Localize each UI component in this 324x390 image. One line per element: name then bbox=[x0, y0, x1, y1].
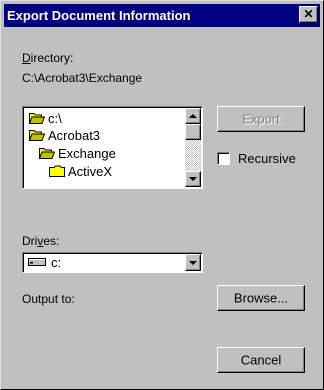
drive-icon bbox=[28, 258, 46, 266]
arrow-up-icon bbox=[189, 114, 197, 118]
tree-scrollbar[interactable] bbox=[185, 108, 201, 187]
drives-selected-value: c: bbox=[51, 255, 62, 270]
directory-path: C:\Acrobat3\Exchange bbox=[22, 71, 143, 85]
directory-label: Directory: bbox=[22, 51, 74, 65]
drives-select[interactable]: c: bbox=[22, 252, 203, 273]
tree-item-label: Exchange bbox=[58, 146, 116, 161]
title-bar[interactable]: Export Document Information ✕ bbox=[4, 4, 320, 27]
tree-item-label: ActiveX bbox=[68, 164, 113, 179]
close-button[interactable]: ✕ bbox=[299, 6, 318, 23]
drives-label: Drives: bbox=[22, 234, 60, 248]
cancel-button[interactable]: Cancel bbox=[217, 347, 305, 373]
dialog-title: Export Document Information bbox=[7, 8, 191, 23]
drives-dropdown-button[interactable] bbox=[185, 254, 201, 271]
open-folder-icon bbox=[29, 130, 45, 141]
tree-item-label: Acrobat3 bbox=[48, 128, 101, 143]
tree-item[interactable]: ActiveX bbox=[49, 163, 179, 181]
recursive-label[interactable]: Recursive bbox=[238, 151, 296, 166]
directory-tree[interactable]: c:\ Acrobat3 Exchange ActiveX bbox=[22, 106, 203, 189]
scroll-up-button[interactable] bbox=[185, 108, 201, 124]
tree-item[interactable]: Acrobat3 bbox=[29, 127, 179, 145]
scroll-thumb[interactable] bbox=[185, 124, 201, 140]
export-dialog: Export Document Information ✕ Directory:… bbox=[0, 0, 324, 390]
chevron-down-icon bbox=[189, 261, 197, 265]
tree-item[interactable]: c:\ bbox=[29, 110, 179, 128]
recursive-checkbox[interactable] bbox=[217, 152, 230, 165]
tree-item-label: c:\ bbox=[48, 111, 62, 126]
open-folder-icon bbox=[29, 113, 45, 124]
browse-button[interactable]: Browse... bbox=[217, 285, 305, 311]
open-folder-icon bbox=[39, 148, 55, 159]
folder-icon bbox=[49, 165, 65, 177]
tree-item[interactable]: Exchange bbox=[39, 145, 179, 163]
arrow-down-icon bbox=[189, 177, 197, 181]
output-label: Output to: bbox=[22, 292, 75, 306]
close-icon: ✕ bbox=[303, 7, 314, 21]
scroll-down-button[interactable] bbox=[185, 171, 201, 187]
export-button[interactable]: Export bbox=[217, 106, 305, 132]
